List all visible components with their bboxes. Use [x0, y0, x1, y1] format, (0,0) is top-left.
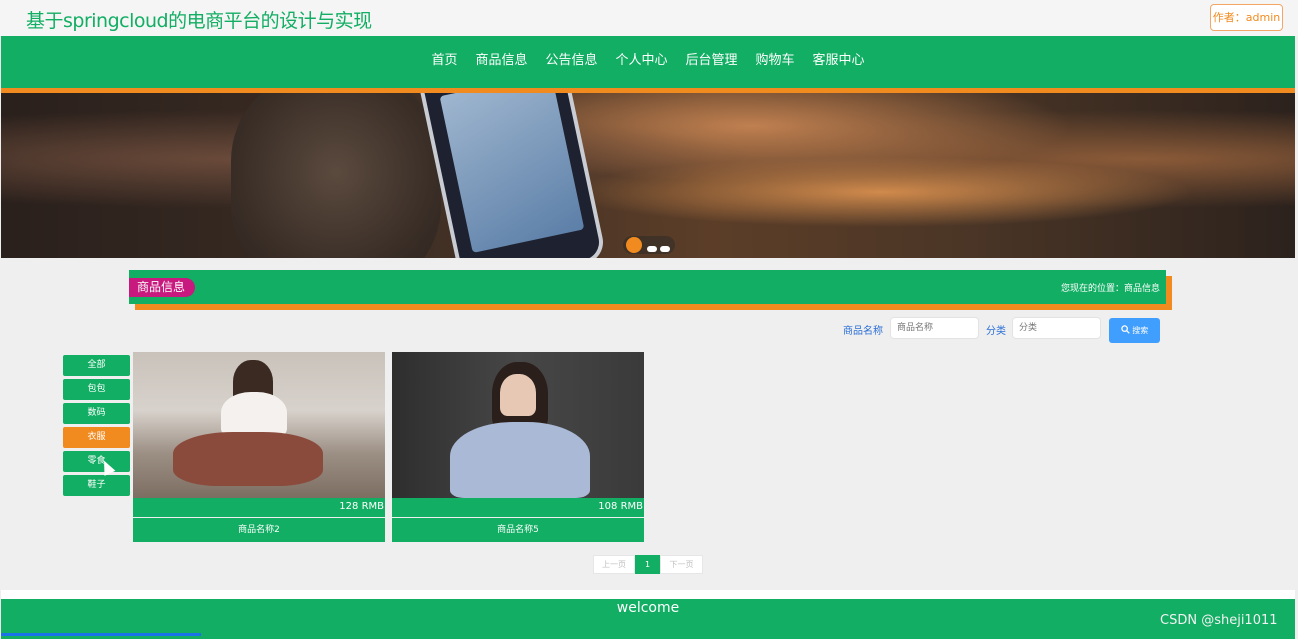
product-name[interactable]: 商品名称5: [392, 518, 644, 542]
footer-text: welcome: [616, 600, 680, 616]
section-header: 商品信息 您现在的位置：商品信息: [129, 270, 1166, 304]
product-name[interactable]: 商品名称2: [133, 518, 385, 542]
section-title: 商品信息: [129, 278, 196, 297]
banner-carousel[interactable]: [1, 93, 1295, 258]
product-image[interactable]: [133, 352, 385, 498]
category-label: 分类: [986, 326, 1006, 337]
banner-cup-image: [231, 93, 441, 258]
carousel-dot-active[interactable]: [626, 237, 642, 253]
product-name-input[interactable]: [890, 317, 979, 339]
category-input[interactable]: [1012, 317, 1101, 339]
nav-item-admin[interactable]: 后台管理: [686, 36, 738, 86]
search-button-label: 搜索: [1132, 326, 1149, 335]
breadcrumb: 您现在的位置：商品信息: [1060, 284, 1160, 294]
category-all[interactable]: 全部: [63, 355, 130, 376]
prev-page-button[interactable]: 上一页: [593, 555, 635, 574]
page-1-button[interactable]: 1: [635, 555, 660, 574]
main-nav: 首页 商品信息 公告信息 个人中心 后台管理 购物车 客服中心: [1, 36, 1295, 88]
carousel-dot[interactable]: [660, 246, 670, 252]
product-price: 128 RMB: [339, 501, 384, 512]
footer-gap: [1, 590, 1295, 599]
product-name-label: 商品名称: [843, 326, 883, 337]
search-button[interactable]: 搜索: [1109, 318, 1160, 343]
category-digital[interactable]: 数码: [63, 403, 130, 424]
nav-item-notices[interactable]: 公告信息: [545, 36, 597, 86]
category-bags[interactable]: 包包: [63, 379, 130, 400]
top-bar: 基于springcloud的电商平台的设计与实现 作者：admin: [0, 0, 1298, 36]
nav-item-home[interactable]: 首页: [431, 36, 457, 86]
author-badge[interactable]: 作者：admin: [1210, 4, 1283, 31]
category-clothing[interactable]: 衣服: [63, 427, 130, 448]
product-card[interactable]: 128 RMB 商品名称2: [133, 352, 385, 542]
nav-item-support[interactable]: 客服中心: [813, 36, 865, 86]
product-card[interactable]: 108 RMB 商品名称5: [392, 352, 644, 542]
carousel-dot[interactable]: [647, 246, 657, 252]
nav-item-profile[interactable]: 个人中心: [615, 36, 667, 86]
category-snacks[interactable]: 零食: [63, 451, 130, 472]
watermark: CSDN @sheji1011: [1160, 613, 1278, 628]
product-price: 108 RMB: [598, 501, 643, 512]
carousel-indicators: [623, 236, 675, 254]
search-bar: 商品名称 分类 搜索: [0, 317, 1298, 343]
search-icon: [1120, 325, 1130, 334]
scroll-progress: [1, 633, 201, 636]
category-shoes[interactable]: 鞋子: [63, 475, 130, 496]
banner-phone-image: [419, 93, 603, 258]
nav-item-products[interactable]: 商品信息: [475, 36, 527, 86]
nav-item-cart[interactable]: 购物车: [756, 36, 795, 86]
site-title: 基于springcloud的电商平台的设计与实现: [26, 10, 372, 32]
product-image[interactable]: [392, 352, 644, 498]
next-page-button[interactable]: 下一页: [660, 555, 703, 574]
